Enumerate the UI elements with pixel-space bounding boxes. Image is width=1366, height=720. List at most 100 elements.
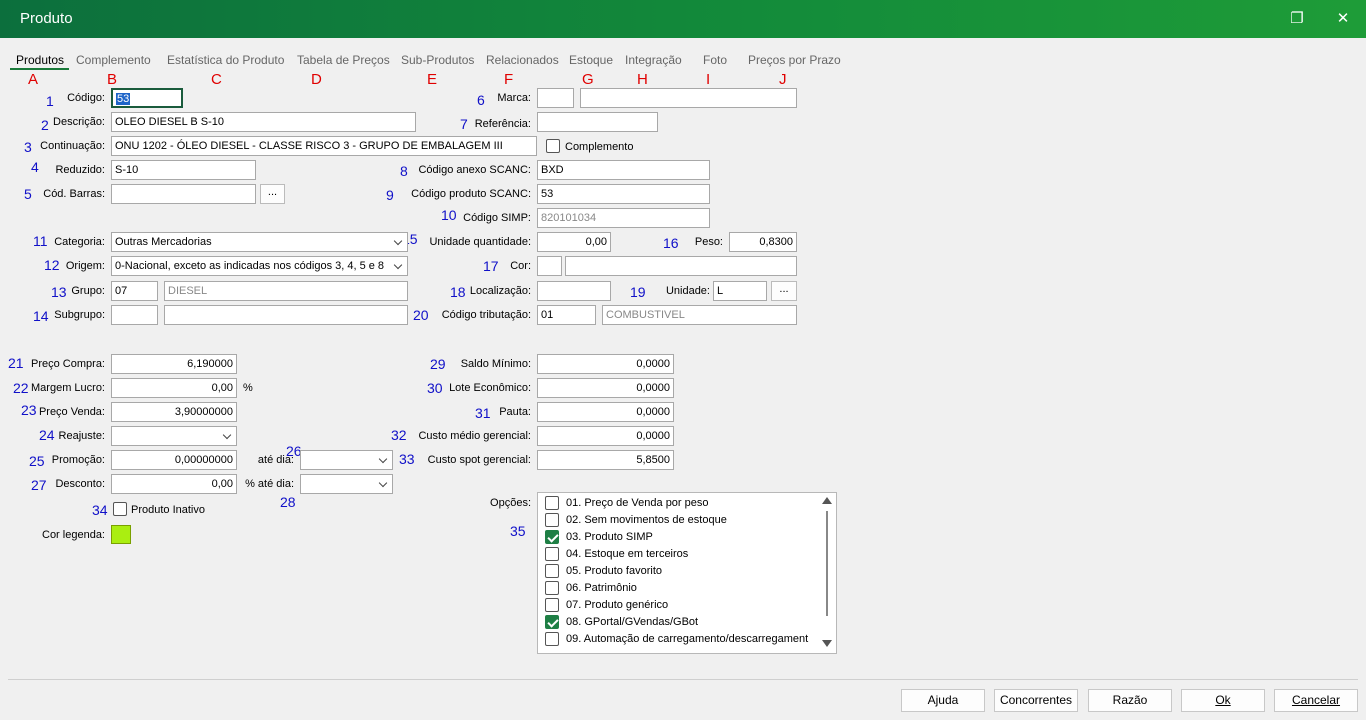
opcao-item[interactable]: 07. Produto genérico bbox=[538, 598, 823, 615]
field-number-annotation: 35 bbox=[510, 523, 526, 539]
codigo-simp-input[interactable]: 820101034 bbox=[537, 208, 710, 228]
checked-checkbox-icon[interactable] bbox=[545, 530, 559, 544]
unidade-quantidade-input[interactable]: 0,00 bbox=[537, 232, 611, 252]
field-number-annotation: 5 bbox=[24, 186, 32, 202]
custo-spot-label: Custo spot gerencial: bbox=[427, 454, 531, 466]
cor-desc-input[interactable] bbox=[565, 256, 797, 276]
subgrupo-code-input[interactable] bbox=[111, 305, 158, 325]
subgrupo-label: Subgrupo: bbox=[54, 309, 105, 321]
codigo-input[interactable]: 53 bbox=[111, 88, 183, 108]
opcao-item[interactable]: 03. Produto SIMP bbox=[538, 530, 823, 547]
close-icon[interactable]: ✕ bbox=[1332, 8, 1354, 30]
unchecked-checkbox-icon[interactable] bbox=[545, 513, 559, 527]
tab-4[interactable]: Tabela de Preços bbox=[297, 53, 390, 67]
tab-7[interactable]: Estoque bbox=[569, 53, 613, 67]
localizacao-input[interactable] bbox=[537, 281, 611, 301]
opcao-item[interactable]: 06. Patrimônio bbox=[538, 581, 823, 598]
cancelar-button[interactable]: Cancelar bbox=[1274, 689, 1358, 712]
complemento-checkbox[interactable] bbox=[546, 139, 560, 153]
ok-button[interactable]: Ok bbox=[1181, 689, 1265, 712]
cor-legenda-swatch[interactable] bbox=[111, 525, 131, 544]
cor-code-input[interactable] bbox=[537, 256, 562, 276]
marca-code-input[interactable] bbox=[537, 88, 574, 108]
custo-medio-input[interactable]: 0,0000 bbox=[537, 426, 674, 446]
grupo-desc-input[interactable]: DIESEL bbox=[164, 281, 408, 301]
descricao-input[interactable]: OLEO DIESEL B S-10 bbox=[111, 112, 416, 132]
tab-2[interactable]: Complemento bbox=[76, 53, 151, 67]
scroll-down-icon[interactable] bbox=[822, 640, 832, 647]
checked-checkbox-icon[interactable] bbox=[545, 615, 559, 629]
unchecked-checkbox-icon[interactable] bbox=[545, 496, 559, 510]
origem-select[interactable]: 0-Nacional, exceto as indicadas nos códi… bbox=[111, 256, 408, 276]
tab-6[interactable]: Relacionados bbox=[486, 53, 559, 67]
tab-9[interactable]: Foto bbox=[703, 53, 727, 67]
opcao-item-label: 01. Preço de Venda por peso bbox=[566, 497, 709, 509]
marca-desc-input[interactable] bbox=[580, 88, 797, 108]
tab-1[interactable]: Produtos bbox=[16, 53, 64, 67]
scroll-up-icon[interactable] bbox=[822, 497, 832, 504]
margem-lucro-input[interactable]: 0,00 bbox=[111, 378, 237, 398]
unidade-quantidade-label: Unidade quantidade: bbox=[429, 236, 531, 248]
opcao-item[interactable]: 08. GPortal/GVendas/GBot bbox=[538, 615, 823, 632]
preco-compra-label: Preço Compra: bbox=[31, 358, 105, 370]
codigo-anexo-scanc-input[interactable]: BXD bbox=[537, 160, 710, 180]
preco-compra-input[interactable]: 6,190000 bbox=[111, 354, 237, 374]
referencia-input[interactable] bbox=[537, 112, 658, 132]
restore-icon[interactable]: ❐ bbox=[1286, 8, 1308, 30]
cod-barras-lookup-button[interactable]: ... bbox=[260, 184, 285, 204]
opcao-item[interactable]: 02. Sem movimentos de estoque bbox=[538, 513, 823, 530]
pauta-input[interactable]: 0,0000 bbox=[537, 402, 674, 422]
codigo-tributacao-label: Código tributação: bbox=[441, 309, 531, 321]
tab-5[interactable]: Sub-Produtos bbox=[401, 53, 474, 67]
tab-10[interactable]: Preços por Prazo bbox=[748, 53, 841, 67]
opcao-item[interactable]: 01. Preço de Venda por peso bbox=[538, 496, 823, 513]
codigo-tributacao-input[interactable]: 01 bbox=[537, 305, 596, 325]
lote-economico-input[interactable]: 0,0000 bbox=[537, 378, 674, 398]
codigo-tributacao-desc[interactable]: COMBUSTIVEL bbox=[602, 305, 797, 325]
reajuste-select[interactable] bbox=[111, 426, 237, 446]
field-number-annotation: 34 bbox=[92, 502, 108, 518]
produto-inativo-checkbox[interactable] bbox=[113, 502, 127, 516]
desconto-input[interactable]: 0,00 bbox=[111, 474, 237, 494]
unidade-input[interactable]: L bbox=[713, 281, 767, 301]
custo-spot-input[interactable]: 5,8500 bbox=[537, 450, 674, 470]
peso-input[interactable]: 0,8300 bbox=[729, 232, 797, 252]
ajuda-button[interactable]: Ajuda bbox=[901, 689, 985, 712]
opcao-item[interactable]: 09. Automação de carregamento/descarrega… bbox=[538, 632, 823, 649]
unchecked-checkbox-icon[interactable] bbox=[545, 581, 559, 595]
categoria-select[interactable]: Outras Mercadorias bbox=[111, 232, 408, 252]
razao-button[interactable]: Razão bbox=[1088, 689, 1172, 712]
window-title: Produto bbox=[20, 10, 73, 27]
pct-ate-dia-label: % até dia: bbox=[245, 478, 294, 490]
reduzido-input[interactable]: S-10 bbox=[111, 160, 256, 180]
saldo-minimo-input[interactable]: 0,0000 bbox=[537, 354, 674, 374]
subgrupo-desc-input[interactable] bbox=[164, 305, 408, 325]
opcao-item[interactable]: 04. Estoque em terceiros bbox=[538, 547, 823, 564]
continuacao-input[interactable]: ONU 1202 - ÓLEO DIESEL - CLASSE RISCO 3 … bbox=[111, 136, 537, 156]
field-number-annotation: 28 bbox=[280, 494, 296, 510]
unidade-label: Unidade: bbox=[665, 285, 710, 297]
cod-barras-label: Cód. Barras: bbox=[43, 188, 105, 200]
promocao-label: Promoção: bbox=[51, 454, 105, 466]
unidade-lookup-button[interactable]: ... bbox=[771, 281, 797, 301]
scrollbar-thumb[interactable] bbox=[826, 511, 828, 616]
preco-venda-input[interactable]: 3,90000000 bbox=[111, 402, 237, 422]
grupo-code-input[interactable]: 07 bbox=[111, 281, 158, 301]
referencia-label: Referência: bbox=[474, 118, 531, 130]
codigo-produto-scanc-input[interactable]: 53 bbox=[537, 184, 710, 204]
tab-8[interactable]: Integração bbox=[625, 53, 682, 67]
codigo-label: Código: bbox=[67, 92, 105, 104]
pct-ate-dia-select[interactable] bbox=[300, 474, 393, 494]
produto-inativo-label: Produto Inativo bbox=[131, 504, 205, 516]
cor-label: Cor: bbox=[510, 260, 531, 272]
cod-barras-input[interactable] bbox=[111, 184, 256, 204]
origem-label: Origem: bbox=[65, 260, 105, 272]
promocao-input[interactable]: 0,00000000 bbox=[111, 450, 237, 470]
unchecked-checkbox-icon[interactable] bbox=[545, 564, 559, 578]
unchecked-checkbox-icon[interactable] bbox=[545, 632, 559, 646]
opcao-item[interactable]: 05. Produto favorito bbox=[538, 564, 823, 581]
unchecked-checkbox-icon[interactable] bbox=[545, 598, 559, 612]
tab-3[interactable]: Estatística do Produto bbox=[167, 53, 284, 67]
concorrentes-button[interactable]: Concorrentes bbox=[994, 689, 1078, 712]
unchecked-checkbox-icon[interactable] bbox=[545, 547, 559, 561]
